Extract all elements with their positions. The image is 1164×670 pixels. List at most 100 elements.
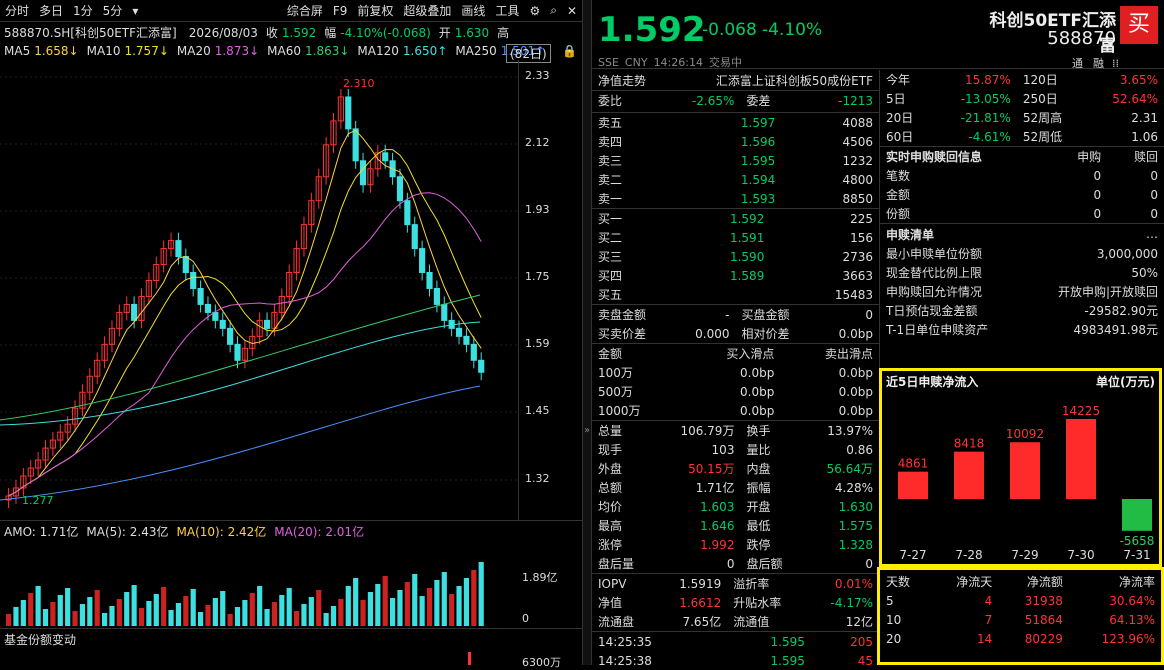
volume-bar: [175, 603, 182, 626]
tab-5min[interactable]: 5分: [98, 2, 128, 19]
btn-draw[interactable]: 画线: [456, 2, 490, 19]
btn-composite[interactable]: 综合屏: [282, 2, 328, 19]
stats-table: 总量 106.79万 换手 13.97% 现手 103 量比 0.86 外盘 50.15万 内盘 56…: [592, 421, 879, 573]
btn-adjust[interactable]: 前复权: [352, 2, 398, 19]
book-row[interactable]: 卖三 1.595 1232: [592, 151, 879, 170]
book-row[interactable]: 卖一 1.593 8850: [592, 189, 879, 208]
vol-ma5: MA(5): 2.43亿: [86, 525, 169, 539]
price-tick: 1.59: [525, 337, 550, 350]
list-cell: 50%: [1131, 265, 1158, 280]
book-row[interactable]: 买三 1.590 2736: [592, 247, 879, 266]
btn-overlay[interactable]: 超级叠加: [398, 2, 456, 19]
btn-f9[interactable]: F9: [328, 4, 353, 18]
slip-row: 100万 0.0bp 0.0bp: [592, 363, 879, 382]
lock-icon[interactable]: 🔒: [562, 44, 577, 58]
slip-cell: 500万: [598, 385, 633, 399]
stat-value: -21.81%: [960, 110, 1011, 125]
volume-bar: [138, 608, 145, 626]
stat-label: 升贴水率: [733, 596, 782, 610]
candle-body: [204, 303, 212, 313]
candle-body: [212, 311, 219, 321]
volume-chart: [6, 562, 484, 626]
book-row[interactable]: 买二 1.591 156: [592, 228, 879, 247]
volume-bar: [382, 576, 388, 626]
orderbook-column: 净值走势 汇添富上证科创板50成份ETF 委比 -2.65% 委差 -1213 …: [592, 70, 879, 670]
book-row[interactable]: 卖四 1.596 4506: [592, 132, 879, 151]
weibi-value: -2.65%: [691, 93, 735, 108]
stat-row: 卖盘金额 - 买盘金额 0: [592, 305, 879, 324]
volume-bar: [198, 612, 204, 626]
slip-head: 卖出滑点: [824, 347, 873, 361]
ma-label: MA120: [357, 44, 399, 58]
stat-row: 总量 106.79万 换手 13.97%: [592, 421, 879, 440]
book-row[interactable]: 卖二 1.594 4800: [592, 170, 879, 189]
candle-body: [197, 287, 204, 305]
slip-header: 金额 买入滑点 卖出滑点: [592, 344, 879, 363]
book-level: 卖二: [598, 173, 623, 187]
close-icon[interactable]: ✕: [562, 4, 582, 18]
volume-bar: [249, 593, 255, 626]
slip-head: 买入滑点: [726, 347, 775, 361]
stat-value: 0.0bp: [838, 326, 873, 341]
slip-cell: 100万: [598, 366, 633, 380]
volume-bar: [183, 596, 189, 626]
list-table: 最小申赎单位份额 3,000,000 现金替代比例上限 50% 申购赎回允许情况 开放申购…: [880, 244, 1164, 339]
splitter[interactable]: »: [582, 0, 592, 665]
subred-cell: 0: [1093, 187, 1102, 202]
stat-value: 106.79万: [680, 424, 735, 438]
vol-axis-top: 1.89亿: [522, 571, 558, 584]
high-label: 高: [497, 26, 510, 40]
book-price: [670, 285, 770, 304]
volume-bar: [279, 595, 285, 626]
flow-bar: [898, 471, 928, 499]
volume-bar: [449, 594, 455, 626]
btn-tools[interactable]: 工具: [490, 2, 524, 19]
stat-label: 总额: [598, 481, 623, 495]
collapse-icon[interactable]: »: [584, 425, 590, 436]
list-cell: 现金替代比例上限: [886, 266, 983, 280]
stat-label: 5日: [886, 92, 906, 106]
iopv-table: IOPV 1.5919 溢折率 0.01% 净值 1.6612 升贴水率 -4.17% 流通盘 7…: [592, 574, 879, 631]
stat-row: 均价 1.603 开盘 1.630: [592, 497, 879, 516]
stat-value: 3.65%: [1119, 72, 1158, 87]
flow-bar-label: -5658: [1120, 534, 1155, 548]
volume-bar: [131, 585, 137, 626]
buy-button[interactable]: 买: [1120, 6, 1158, 44]
tab-timeshare[interactable]: 分时: [0, 2, 34, 19]
candle-body: [419, 248, 426, 274]
subscription-table: 实时申购赎回信息 申购 赎回 笔数 0 0 金额 0 0 份额 0 0: [880, 147, 1164, 223]
list-row: 最小申赎单位份额 3,000,000: [880, 244, 1164, 263]
price-tick: 1.93: [525, 203, 550, 216]
tab-multiday[interactable]: 多日: [34, 2, 68, 19]
book-row[interactable]: 买一 1.592 225: [592, 209, 879, 228]
ask-table: 卖五 1.597 4088 卖四 1.596 4506 卖三 1.595 1232 卖二 1.594…: [592, 113, 879, 208]
volume-bar: [116, 599, 122, 626]
settings-icon[interactable]: ⚙: [524, 4, 545, 18]
book-row[interactable]: 买四 1.589 3663: [592, 266, 879, 285]
flow-head: 天数: [886, 575, 911, 589]
book-row[interactable]: 买五 15483: [592, 285, 879, 304]
stat-label: 跌停: [746, 538, 771, 552]
stat-label: 20日: [886, 111, 914, 125]
nav-row[interactable]: 净值走势 汇添富上证科创板50成份ETF: [592, 70, 879, 90]
period-dropdown[interactable]: ▾: [127, 4, 143, 18]
volume-bar: [323, 613, 329, 626]
volume-bar: [441, 572, 447, 626]
volume-bar: [353, 578, 359, 626]
slip-cell: 0.0bp: [740, 403, 775, 418]
tick-table: 14:25:35 1.595 205 14:25:38 1.595 45: [592, 632, 879, 670]
stat-label: IOPV: [598, 576, 627, 591]
volume-bar: [478, 562, 484, 626]
book-row[interactable]: 卖五 1.597 4088: [592, 113, 879, 132]
tab-1min[interactable]: 1分: [68, 2, 98, 19]
list-more-button[interactable]: …: [1146, 227, 1158, 241]
list-header: 申赎清单 …: [880, 224, 1164, 244]
search-icon[interactable]: ⌕: [545, 3, 562, 18]
volume-bar: [463, 578, 470, 626]
book-volume: 156: [850, 230, 873, 245]
stat-value: -: [725, 307, 730, 322]
stat-value: 1.71亿: [695, 481, 735, 495]
low-annotation: 1.277: [22, 494, 54, 507]
tick-volume: 45: [857, 653, 873, 668]
volume-bar: [338, 599, 344, 626]
